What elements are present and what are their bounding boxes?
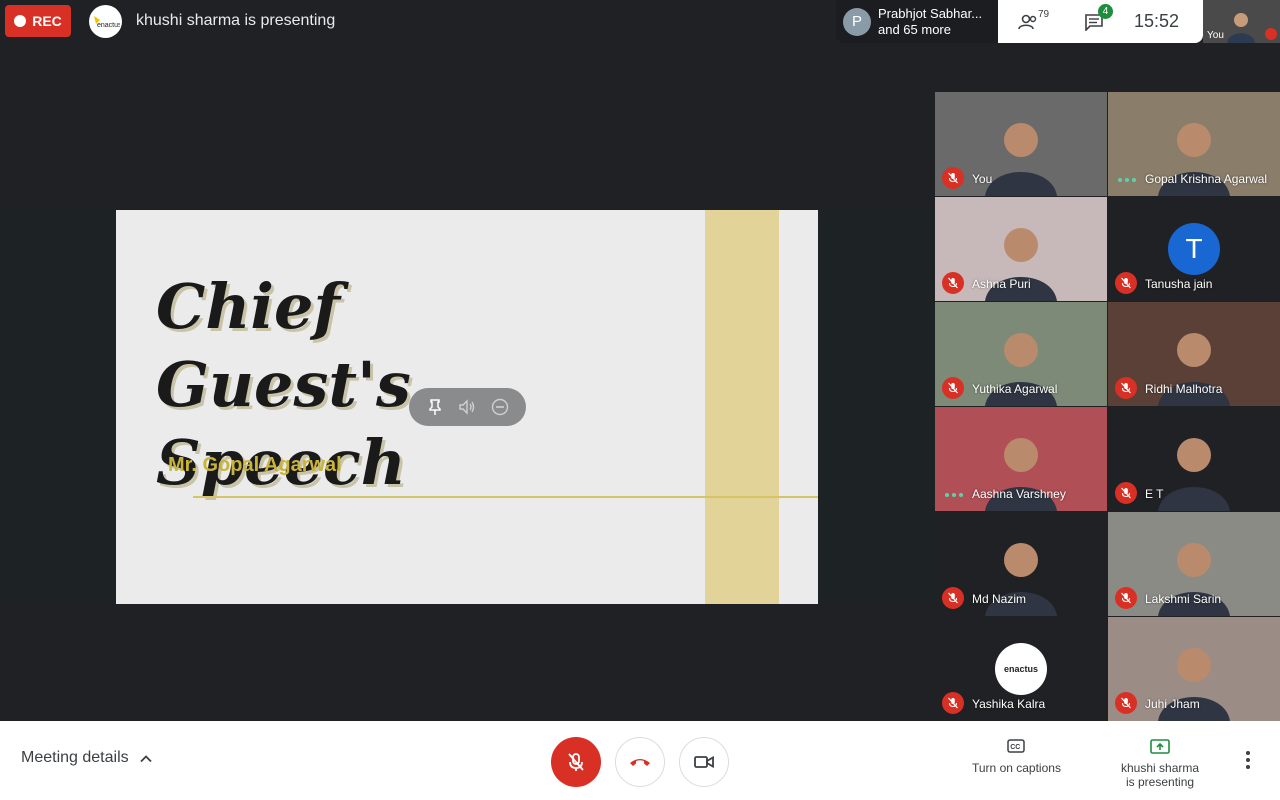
present-line2: is presenting bbox=[1126, 775, 1195, 789]
mic-off-icon bbox=[942, 587, 964, 609]
self-label: You bbox=[1207, 30, 1224, 41]
slide-subtitle: Mr. Gopal Agarwal bbox=[168, 454, 342, 476]
people-button[interactable]: 79 bbox=[1018, 9, 1049, 30]
mic-off-icon bbox=[568, 753, 584, 771]
meeting-details-label: Meeting details bbox=[21, 749, 129, 766]
participant-name: Yuthika Agarwal bbox=[972, 382, 1058, 396]
participant-avatar: P bbox=[843, 7, 871, 36]
participant-tile[interactable]: Aashna Varshney bbox=[935, 407, 1107, 511]
mic-off-icon bbox=[1115, 587, 1137, 609]
slide-accent-stripe bbox=[705, 210, 779, 604]
participant-name: Juhi Jham bbox=[1145, 697, 1200, 711]
participant-name: Aashna Varshney bbox=[972, 487, 1066, 501]
record-dot-icon bbox=[14, 15, 27, 27]
participant-count: 79 bbox=[1038, 8, 1050, 20]
participant-tile[interactable]: Yuthika Agarwal bbox=[935, 302, 1107, 406]
clock: 15:52 bbox=[1134, 11, 1180, 31]
enactus-logo-icon: enactus bbox=[995, 643, 1047, 695]
pin-icon bbox=[428, 399, 441, 415]
bottom-toolbar: Meeting details CC Turn on captions khus… bbox=[0, 721, 1280, 800]
captions-button[interactable]: CC Turn on captions bbox=[972, 739, 1061, 775]
tile-hover-controls bbox=[409, 388, 526, 426]
participant-tile[interactable]: E T bbox=[1108, 407, 1280, 511]
preview-line2: and 65 more bbox=[878, 21, 951, 37]
participant-grid: You Gopal Krishna Agarwal Ashna Puri T Tanus… bbox=[935, 92, 1280, 721]
video-camera-icon bbox=[694, 755, 714, 769]
rec-label: REC bbox=[32, 13, 62, 29]
participant-name: Yashika Kalra bbox=[972, 697, 1046, 711]
mute-button[interactable] bbox=[458, 399, 476, 415]
enactus-logo-icon: enactus bbox=[93, 15, 120, 29]
speaking-indicator-icon bbox=[1118, 178, 1136, 182]
volume-icon bbox=[458, 399, 474, 415]
participant-tile[interactable]: T Tanusha jain bbox=[1108, 197, 1280, 301]
hang-up-icon bbox=[630, 759, 650, 766]
more-dot-icon bbox=[1246, 751, 1250, 755]
slide-divider bbox=[193, 496, 818, 498]
participant-avatar: T bbox=[1168, 223, 1220, 275]
speaking-indicator-icon bbox=[945, 493, 963, 497]
participant-name: E T bbox=[1145, 487, 1164, 501]
chat-button[interactable]: 4 bbox=[1084, 3, 1113, 31]
mic-off-icon bbox=[1115, 272, 1137, 294]
presenter-status: khushi sharma is presenting bbox=[136, 12, 336, 29]
mic-off-icon bbox=[1115, 482, 1137, 504]
svg-text:CC: CC bbox=[1011, 744, 1021, 751]
mic-off-icon bbox=[942, 167, 964, 189]
participant-name: Ashna Puri bbox=[972, 277, 1031, 291]
self-view-thumbnail[interactable]: You bbox=[1203, 0, 1280, 43]
participant-tile[interactable]: Ashna Puri bbox=[935, 197, 1107, 301]
participant-name: Gopal Krishna Agarwal bbox=[1145, 172, 1268, 186]
remove-circle-icon bbox=[491, 398, 508, 416]
participant-name: Ridhi Malhotra bbox=[1145, 382, 1223, 396]
presenter-avatar: enactus bbox=[89, 5, 122, 38]
self-mic-off-icon bbox=[1265, 28, 1277, 40]
participants-preview[interactable]: P Prabhjot Sabhar... and 65 more bbox=[836, 0, 998, 43]
mic-off-icon bbox=[1115, 692, 1137, 714]
people-icon bbox=[1018, 14, 1037, 29]
more-dot-icon bbox=[1246, 758, 1250, 762]
mic-off-icon bbox=[942, 377, 964, 399]
closed-captions-icon: CC bbox=[1007, 739, 1026, 753]
captions-label: Turn on captions bbox=[972, 761, 1061, 775]
participant-tile[interactable]: enactus Yashika Kalra bbox=[935, 617, 1107, 721]
participant-tile[interactable]: Md Nazim bbox=[935, 512, 1107, 616]
participant-tile[interactable]: You bbox=[935, 92, 1107, 196]
camera-toggle-button[interactable] bbox=[679, 737, 729, 787]
pin-button[interactable] bbox=[427, 398, 443, 416]
meet-window: REC enactus khushi sharma is presenting … bbox=[0, 0, 1280, 800]
meeting-details-button[interactable]: Meeting details bbox=[21, 749, 153, 767]
participant-tile[interactable]: Lakshmi Sarin bbox=[1108, 512, 1280, 616]
present-line1: khushi sharma bbox=[1121, 761, 1200, 775]
participant-tile[interactable]: Gopal Krishna Agarwal bbox=[1108, 92, 1280, 196]
participant-name: You bbox=[972, 172, 993, 186]
participant-tile[interactable]: Juhi Jham bbox=[1108, 617, 1280, 721]
mic-off-icon bbox=[942, 692, 964, 714]
more-options-button[interactable] bbox=[1246, 751, 1250, 769]
participant-tile[interactable]: Ridhi Malhotra bbox=[1108, 302, 1280, 406]
participant-name: Md Nazim bbox=[972, 592, 1027, 606]
participant-name: Tanusha jain bbox=[1145, 277, 1213, 291]
leave-call-button[interactable] bbox=[615, 737, 665, 787]
remove-button[interactable] bbox=[491, 398, 509, 416]
preview-line1: Prabhjot Sabhar... bbox=[878, 5, 983, 21]
more-dot-icon bbox=[1246, 765, 1250, 769]
present-screen-icon bbox=[1150, 739, 1170, 754]
microphone-toggle-button[interactable] bbox=[551, 737, 601, 787]
chat-badge: 4 bbox=[1098, 3, 1113, 19]
mic-off-icon bbox=[942, 272, 964, 294]
participant-preview-text: Prabhjot Sabhar... and 65 more bbox=[878, 6, 982, 38]
present-now-button[interactable]: khushi sharma is presenting bbox=[1121, 739, 1199, 789]
svg-text:enactus: enactus bbox=[97, 22, 120, 29]
participant-name: Lakshmi Sarin bbox=[1145, 592, 1222, 606]
meeting-info-panel: 79 4 15:52 bbox=[998, 0, 1203, 43]
chevron-up-icon bbox=[139, 754, 152, 762]
mic-off-icon bbox=[1115, 377, 1137, 399]
recording-indicator[interactable]: REC bbox=[5, 5, 71, 37]
